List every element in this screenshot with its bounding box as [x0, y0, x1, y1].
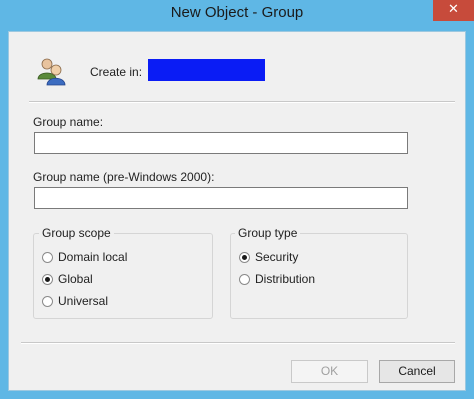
radio-universal-label: Universal	[58, 294, 109, 308]
radio-distribution[interactable]: Distribution	[239, 271, 315, 287]
cancel-button[interactable]: Cancel	[379, 360, 455, 383]
header-separator	[29, 101, 455, 103]
close-icon: ✕	[448, 2, 459, 17]
group-name-pre2000-input[interactable]	[34, 187, 408, 209]
radio-universal[interactable]: Universal	[42, 293, 108, 309]
radio-distribution-label: Distribution	[255, 272, 316, 286]
close-button[interactable]: ✕	[433, 0, 474, 21]
group-users-icon	[37, 58, 66, 86]
create-in-label: Create in:	[90, 65, 143, 79]
create-in-value	[148, 59, 265, 81]
radio-security-label: Security	[255, 250, 299, 264]
footer-separator	[21, 342, 455, 344]
radio-security-circle[interactable]	[239, 251, 250, 263]
radio-security[interactable]: Security	[239, 249, 298, 265]
group-name-pre2000-label: Group name (pre-Windows 2000):	[33, 170, 215, 184]
radio-universal-circle[interactable]	[42, 295, 53, 307]
radio-global[interactable]: Global	[42, 271, 93, 287]
radio-global-circle[interactable]	[42, 273, 53, 285]
window-title: New Object - Group	[170, 4, 304, 21]
radio-distribution-circle[interactable]	[239, 273, 250, 285]
group-type-title: Group type	[235, 226, 301, 240]
title-bar[interactable]: New Object - Group ✕	[0, 0, 474, 31]
ok-button[interactable]: OK	[291, 360, 368, 383]
group-scope-title: Group scope	[39, 226, 114, 240]
radio-domain-local-label: Domain local	[58, 250, 128, 264]
dialog-window: New Object - Group ✕ Create in: Group na…	[0, 0, 474, 399]
radio-domain-local-circle[interactable]	[42, 251, 53, 263]
dialog-body: Create in: Group name: Group name (pre-W…	[8, 31, 466, 391]
radio-global-label: Global	[58, 272, 93, 286]
group-name-input[interactable]	[34, 132, 408, 154]
group-name-label: Group name:	[33, 115, 104, 129]
radio-domain-local[interactable]: Domain local	[42, 249, 127, 265]
